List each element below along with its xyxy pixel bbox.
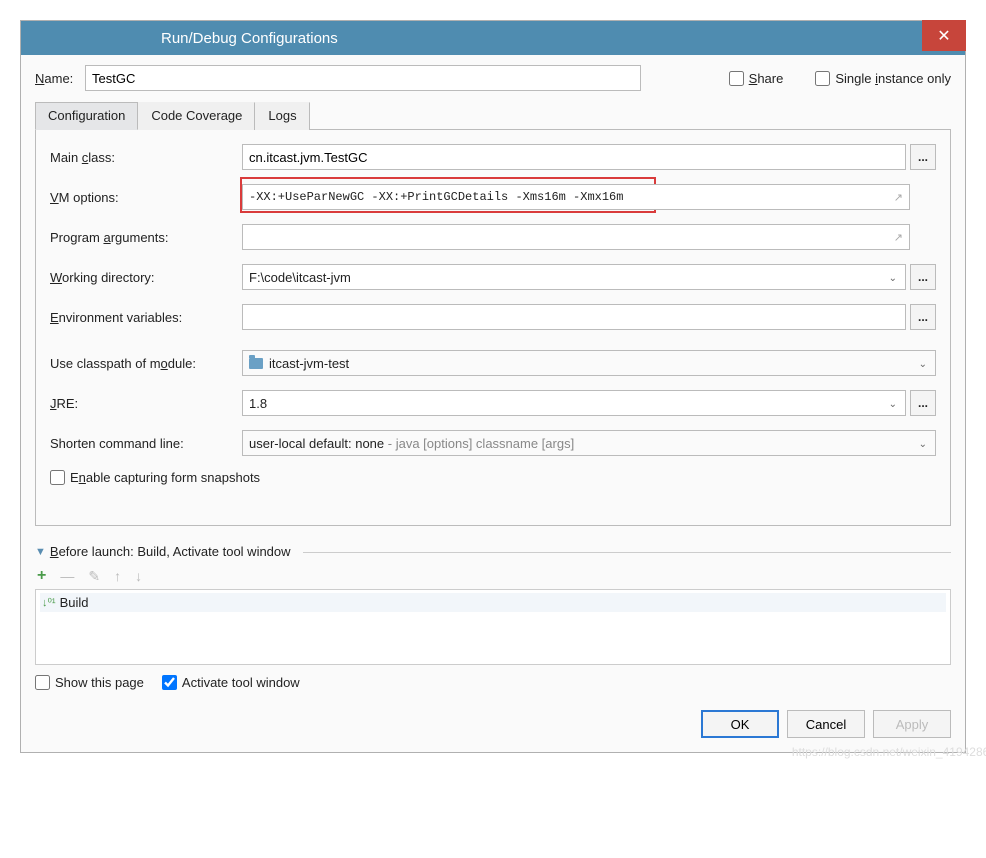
before-launch-checks: Show this page Activate tool window bbox=[35, 675, 951, 690]
before-launch-header[interactable]: ▼ Before launch: Build, Activate tool wi… bbox=[35, 544, 951, 559]
program-args-label: Program arguments: bbox=[50, 230, 242, 245]
chevron-down-icon: ⌄ bbox=[889, 399, 897, 410]
working-dir-label: Working directory: bbox=[50, 270, 242, 285]
show-this-page-label: Show this page bbox=[55, 675, 144, 690]
collapse-triangle-icon: ▼ bbox=[35, 546, 46, 558]
name-row: Name: Share Single instance only bbox=[35, 65, 951, 91]
working-dir-input[interactable]: F:\code\itcast-jvm ⌄ bbox=[242, 264, 906, 290]
configuration-panel: Main class: ... VM options: -XX:+UseParN… bbox=[35, 130, 951, 526]
expand-icon: ↗ bbox=[894, 191, 903, 205]
before-launch-list[interactable]: ↓⁰¹ Build bbox=[35, 589, 951, 665]
shorten-value: user-local default: none - java [options… bbox=[249, 436, 574, 451]
vm-options-row: VM options: -XX:+UseParNewGC -XX:+PrintG… bbox=[50, 184, 936, 210]
jre-select[interactable]: 1.8 ⌄ bbox=[242, 390, 906, 416]
ok-button[interactable]: OK bbox=[701, 710, 779, 738]
vm-options-label: VM options: bbox=[50, 190, 242, 205]
titlebar: Run/Debug Configurations ✕ bbox=[21, 21, 965, 55]
vm-options-value: -XX:+UseParNewGC -XX:+PrintGCDetails -Xm… bbox=[249, 190, 623, 204]
jre-value: 1.8 bbox=[249, 396, 267, 411]
edit-button[interactable]: ✎ bbox=[88, 568, 100, 585]
working-dir-value: F:\code\itcast-jvm bbox=[249, 270, 351, 285]
main-class-row: Main class: ... bbox=[50, 144, 936, 170]
chevron-down-icon: ⌄ bbox=[919, 359, 927, 370]
env-vars-row: Environment variables: ... bbox=[50, 304, 936, 330]
classpath-label: Use classpath of module: bbox=[50, 356, 242, 371]
env-vars-browse-button[interactable]: ... bbox=[910, 304, 936, 330]
enable-snapshots-label: Enable capturing form snapshots bbox=[70, 470, 260, 485]
chevron-down-icon: ⌄ bbox=[919, 439, 927, 450]
tab-configuration[interactable]: Configuration bbox=[35, 102, 138, 130]
main-class-label: Main class: bbox=[50, 150, 242, 165]
before-launch-section: ▼ Before launch: Build, Activate tool wi… bbox=[35, 544, 951, 690]
working-dir-browse-button[interactable]: ... bbox=[910, 264, 936, 290]
vm-options-input[interactable]: -XX:+UseParNewGC -XX:+PrintGCDetails -Xm… bbox=[242, 184, 910, 210]
single-instance-checkbox[interactable]: Single instance only bbox=[815, 71, 951, 86]
name-label: Name: bbox=[35, 71, 77, 86]
cancel-button[interactable]: Cancel bbox=[787, 710, 865, 738]
tab-logs[interactable]: Logs bbox=[255, 102, 309, 130]
show-this-page-checkbox-box[interactable] bbox=[35, 675, 50, 690]
content-area: Name: Share Single instance only Configu… bbox=[21, 55, 965, 752]
module-folder-icon bbox=[249, 358, 263, 369]
chevron-down-icon: ⌄ bbox=[889, 273, 897, 284]
close-button[interactable]: ✕ bbox=[922, 20, 966, 51]
window-title: Run/Debug Configurations bbox=[161, 30, 338, 47]
enable-snapshots-checkbox-box[interactable] bbox=[50, 470, 65, 485]
classpath-select[interactable]: itcast-jvm-test ⌄ bbox=[242, 350, 936, 376]
name-input[interactable] bbox=[85, 65, 641, 91]
share-checkbox[interactable]: Share bbox=[729, 71, 784, 86]
classpath-row: Use classpath of module: itcast-jvm-test… bbox=[50, 350, 936, 376]
working-dir-row: Working directory: F:\code\itcast-jvm ⌄ … bbox=[50, 264, 936, 290]
shorten-select[interactable]: user-local default: none - java [options… bbox=[242, 430, 936, 456]
main-class-input[interactable] bbox=[242, 144, 906, 170]
main-class-browse-button[interactable]: ... bbox=[910, 144, 936, 170]
share-label: Share bbox=[749, 71, 784, 86]
show-this-page-checkbox[interactable]: Show this page bbox=[35, 675, 144, 690]
tabs: Configuration Code Coverage Logs bbox=[35, 101, 951, 130]
shorten-row: Shorten command line: user-local default… bbox=[50, 430, 936, 456]
before-launch-title: Before launch: Build, Activate tool wind… bbox=[50, 544, 291, 559]
env-vars-input[interactable] bbox=[242, 304, 906, 330]
separator bbox=[303, 552, 951, 553]
shorten-label: Shorten command line: bbox=[50, 436, 242, 451]
expand-icon: ↗ bbox=[894, 231, 903, 244]
single-instance-label: Single instance only bbox=[835, 71, 951, 86]
close-icon: ✕ bbox=[937, 26, 950, 46]
list-item-label: Build bbox=[60, 595, 89, 610]
run-debug-config-window: Run/Debug Configurations ✕ Name: Share S… bbox=[20, 20, 966, 753]
classpath-value: itcast-jvm-test bbox=[269, 356, 349, 371]
program-args-input[interactable]: ↗ bbox=[242, 224, 910, 250]
activate-tool-window-label: Activate tool window bbox=[182, 675, 300, 690]
jre-row: JRE: 1.8 ⌄ ... bbox=[50, 390, 936, 416]
activate-tool-window-checkbox[interactable]: Activate tool window bbox=[162, 675, 300, 690]
build-icon: ↓⁰¹ bbox=[42, 596, 56, 609]
before-launch-toolbar: + — ✎ ↑ ↓ bbox=[35, 563, 951, 589]
list-item[interactable]: ↓⁰¹ Build bbox=[40, 593, 946, 612]
move-down-button[interactable]: ↓ bbox=[135, 568, 142, 584]
footer-buttons: OK Cancel Apply bbox=[35, 704, 951, 738]
enable-snapshots-checkbox[interactable]: Enable capturing form snapshots bbox=[50, 470, 936, 485]
share-checkbox-box[interactable] bbox=[729, 71, 744, 86]
apply-button[interactable]: Apply bbox=[873, 710, 951, 738]
tab-code-coverage[interactable]: Code Coverage bbox=[138, 102, 255, 130]
program-args-row: Program arguments: ↗ bbox=[50, 224, 936, 250]
remove-button[interactable]: — bbox=[60, 568, 74, 584]
jre-browse-button[interactable]: ... bbox=[910, 390, 936, 416]
move-up-button[interactable]: ↑ bbox=[114, 568, 121, 584]
activate-tool-window-checkbox-box[interactable] bbox=[162, 675, 177, 690]
jre-label: JRE: bbox=[50, 396, 242, 411]
add-button[interactable]: + bbox=[37, 567, 46, 585]
env-vars-label: Environment variables: bbox=[50, 310, 242, 325]
single-instance-checkbox-box[interactable] bbox=[815, 71, 830, 86]
